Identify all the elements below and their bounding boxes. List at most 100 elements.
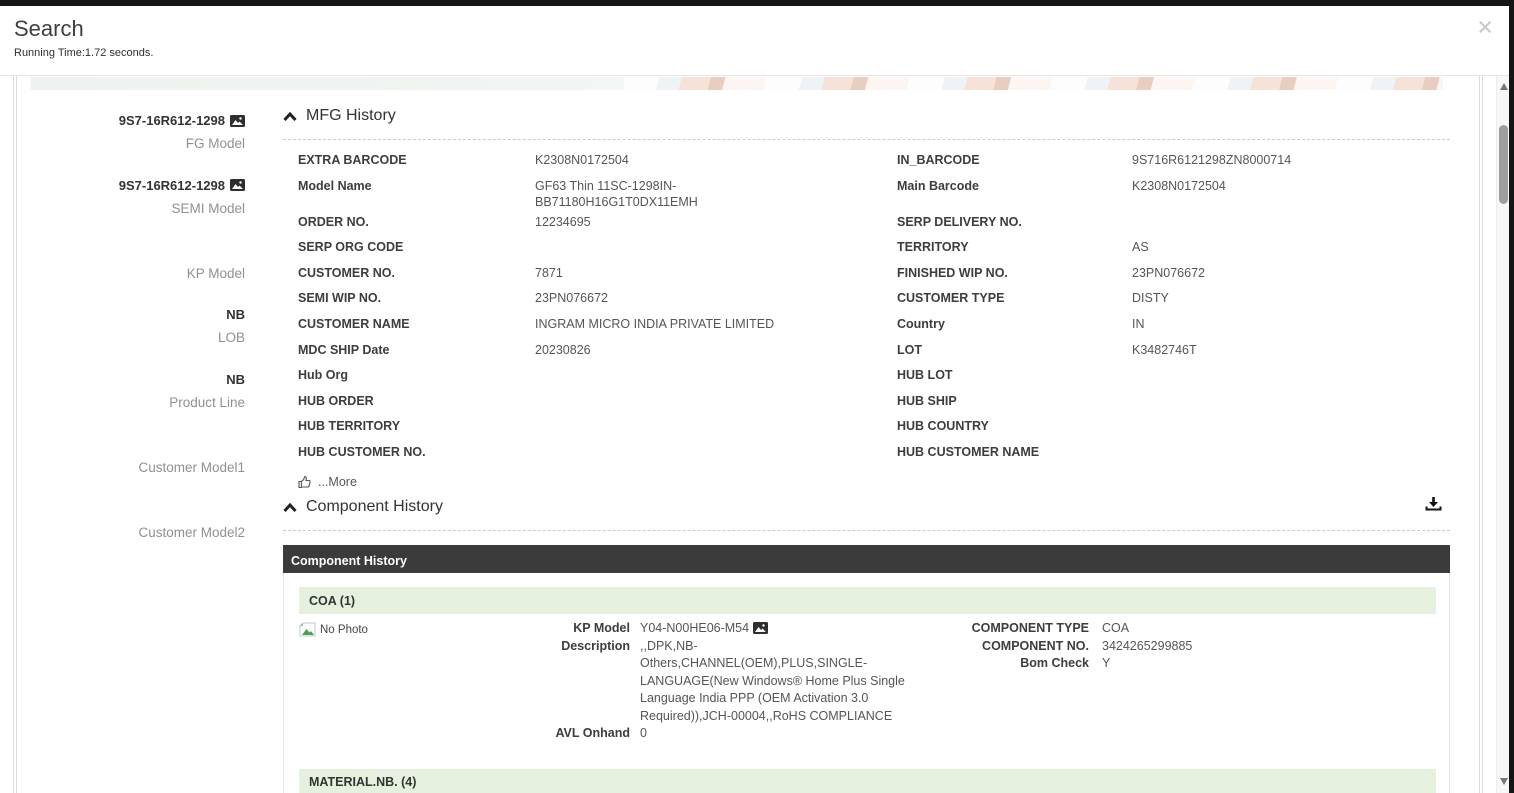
lob-value: NB bbox=[226, 307, 245, 323]
field-label: Hub Org bbox=[298, 368, 348, 383]
close-icon: × bbox=[1477, 12, 1493, 42]
customer-model2-value bbox=[31, 498, 245, 521]
download-button[interactable] bbox=[1425, 496, 1442, 517]
field-row: COMPONENT TYPE COA bbox=[908, 620, 1436, 638]
field-value bbox=[1132, 389, 1450, 393]
scrollbar-thumb[interactable] bbox=[1499, 125, 1508, 204]
section-title: MFG History bbox=[306, 107, 396, 124]
triangle-up-icon bbox=[1499, 83, 1508, 90]
table-body: COA (1) No Photo KP Model Y04-N00HE06-M5… bbox=[283, 573, 1450, 793]
field-row: Bom Check Y bbox=[908, 655, 1436, 673]
scrolled-photo-strip bbox=[31, 77, 1443, 90]
sidebar-group-customer-model1: Customer Model1 bbox=[31, 433, 245, 498]
item-right-fields: COMPONENT TYPE COA COMPONENT NO. 3424265… bbox=[908, 620, 1436, 743]
kp-model-value[interactable]: Y04-N00HE06-M54 bbox=[640, 620, 908, 638]
field-value: AS bbox=[1132, 240, 1149, 255]
mfg-row: SERP ORG CODE TERRITORY AS bbox=[283, 235, 1450, 261]
fg-model-text: 9S7-16R612-1298 bbox=[118, 113, 225, 128]
group-label: COA (1) bbox=[309, 593, 356, 608]
scroll-up-button[interactable] bbox=[1497, 80, 1510, 94]
field-label: SEMI WIP NO. bbox=[298, 291, 382, 306]
field-row: AVL Onhand 0 bbox=[552, 725, 908, 743]
mfg-row: EXTRA BARCODE K2308N0172504 IN_BARCODE 9… bbox=[283, 148, 1450, 174]
panel-border bbox=[13, 76, 14, 793]
image-icon bbox=[752, 622, 768, 634]
field-value: 9S716R6121298ZN8000714 bbox=[1132, 153, 1292, 167]
fg-model-value[interactable]: 9S7-16R612-1298 bbox=[31, 109, 245, 132]
product-line-value: NB bbox=[226, 372, 245, 388]
field-label: Main Barcode bbox=[897, 178, 979, 193]
semi-model-value[interactable]: 9S7-16R612-1298 bbox=[31, 174, 245, 197]
panel-border bbox=[1479, 76, 1480, 793]
chevron-up-icon bbox=[283, 502, 297, 512]
field-value: 23PN076672 bbox=[1132, 265, 1205, 280]
field-value bbox=[1132, 363, 1450, 367]
mfg-row: Model Name GF63 Thin 11SC-1298IN-BB71180… bbox=[283, 174, 1450, 210]
field-label: Model Name bbox=[298, 178, 372, 193]
close-button[interactable]: × bbox=[1477, 14, 1493, 41]
sidebar-label: KP Model bbox=[186, 265, 245, 281]
sidebar-group-kp-model: KP Model bbox=[31, 239, 245, 304]
sidebar-label: Customer Model1 bbox=[138, 459, 245, 475]
kp-model-text: Y04-N00HE06-M54 bbox=[640, 621, 750, 635]
field-value: K2308N0172504 bbox=[1132, 178, 1226, 193]
no-photo-label: No Photo bbox=[320, 624, 368, 636]
field-label: ORDER NO. bbox=[298, 214, 369, 229]
more-link[interactable]: ...More bbox=[298, 472, 357, 492]
group-row-coa[interactable]: COA (1) bbox=[299, 587, 1436, 614]
field-label: HUB LOT bbox=[897, 368, 953, 383]
component-no-value: 3424265299885 bbox=[1102, 638, 1193, 653]
field-label: EXTRA BARCODE bbox=[298, 153, 407, 167]
component-item-coa: No Photo KP Model Y04-N00HE06-M54 Descri… bbox=[299, 620, 1436, 743]
field-value bbox=[535, 363, 897, 367]
broken-image-icon bbox=[299, 622, 316, 637]
table-header-label: Component History bbox=[291, 554, 407, 568]
field-label: SERP DELIVERY NO. bbox=[897, 214, 1022, 229]
sidebar-label: Customer Model2 bbox=[138, 524, 245, 540]
panel-border bbox=[16, 76, 17, 793]
table-header: Component History bbox=[283, 545, 1450, 573]
thumb-up-icon bbox=[298, 475, 311, 488]
item-mid-fields: KP Model Y04-N00HE06-M54 Description ,,D… bbox=[552, 620, 908, 743]
field-label: LOT bbox=[897, 342, 922, 357]
scroll-down-button[interactable] bbox=[1497, 775, 1510, 789]
running-time: Running Time:1.72 seconds. bbox=[14, 47, 154, 59]
triangle-down-icon bbox=[1499, 778, 1508, 785]
sidebar-group-lob: NB LOB bbox=[31, 303, 245, 368]
mfg-row: SEMI WIP NO. 23PN076672 CUSTOMER TYPE DI… bbox=[283, 286, 1450, 312]
field-label: KP Model bbox=[573, 621, 630, 635]
field-label: AVL Onhand bbox=[555, 726, 630, 740]
component-history-table: Component History COA (1) No Photo KP Mo… bbox=[283, 545, 1450, 793]
field-label: CUSTOMER NAME bbox=[298, 316, 410, 331]
vertical-scrollbar[interactable] bbox=[1496, 76, 1509, 793]
group-row-material-nb[interactable]: MATERIAL.NB. (4) bbox=[299, 768, 1436, 793]
field-row: KP Model Y04-N00HE06-M54 bbox=[552, 620, 908, 638]
page: Search Running Time:1.72 seconds. × 9S7-… bbox=[0, 0, 1514, 793]
header-divider bbox=[0, 75, 1509, 76]
description-value: ,,DPK,NB-Others,CHANNEL(OEM),PLUS,SINGLE… bbox=[640, 638, 905, 723]
sidebar-group-semi-model: 9S7-16R612-1298 SEMI Model bbox=[31, 174, 245, 239]
photo-cell: No Photo bbox=[299, 620, 552, 743]
divider bbox=[283, 530, 1450, 531]
field-label: TERRITORY bbox=[897, 240, 969, 255]
mfg-row: ORDER NO. 12234695 SERP DELIVERY NO. bbox=[283, 210, 1450, 236]
field-value bbox=[1132, 414, 1450, 418]
field-value: 23PN076672 bbox=[535, 291, 608, 306]
field-label: Country bbox=[897, 316, 945, 331]
mfg-history-toggle[interactable]: MFG History bbox=[283, 103, 1450, 129]
field-value: 12234695 bbox=[535, 214, 591, 229]
search-modal: Search Running Time:1.72 seconds. × 9S7-… bbox=[0, 6, 1509, 793]
section-title: Component History bbox=[306, 498, 443, 515]
field-label: SERP ORG CODE bbox=[298, 240, 404, 255]
mfg-field-grid: EXTRA BARCODE K2308N0172504 IN_BARCODE 9… bbox=[283, 148, 1450, 466]
field-value bbox=[535, 440, 897, 444]
component-history-section: Component History Component History COA … bbox=[283, 494, 1450, 793]
sidebar-group-fg-model: 9S7-16R612-1298 FG Model bbox=[31, 109, 245, 174]
field-value: IN bbox=[1132, 316, 1145, 331]
field-value: 7871 bbox=[535, 265, 563, 280]
avl-onhand-value: 0 bbox=[640, 726, 647, 740]
component-history-toggle[interactable]: Component History bbox=[283, 494, 1450, 520]
field-label: FINISHED WIP NO. bbox=[897, 265, 1008, 280]
more-label: ...More bbox=[318, 474, 357, 489]
field-value: K3482746T bbox=[1132, 342, 1197, 357]
